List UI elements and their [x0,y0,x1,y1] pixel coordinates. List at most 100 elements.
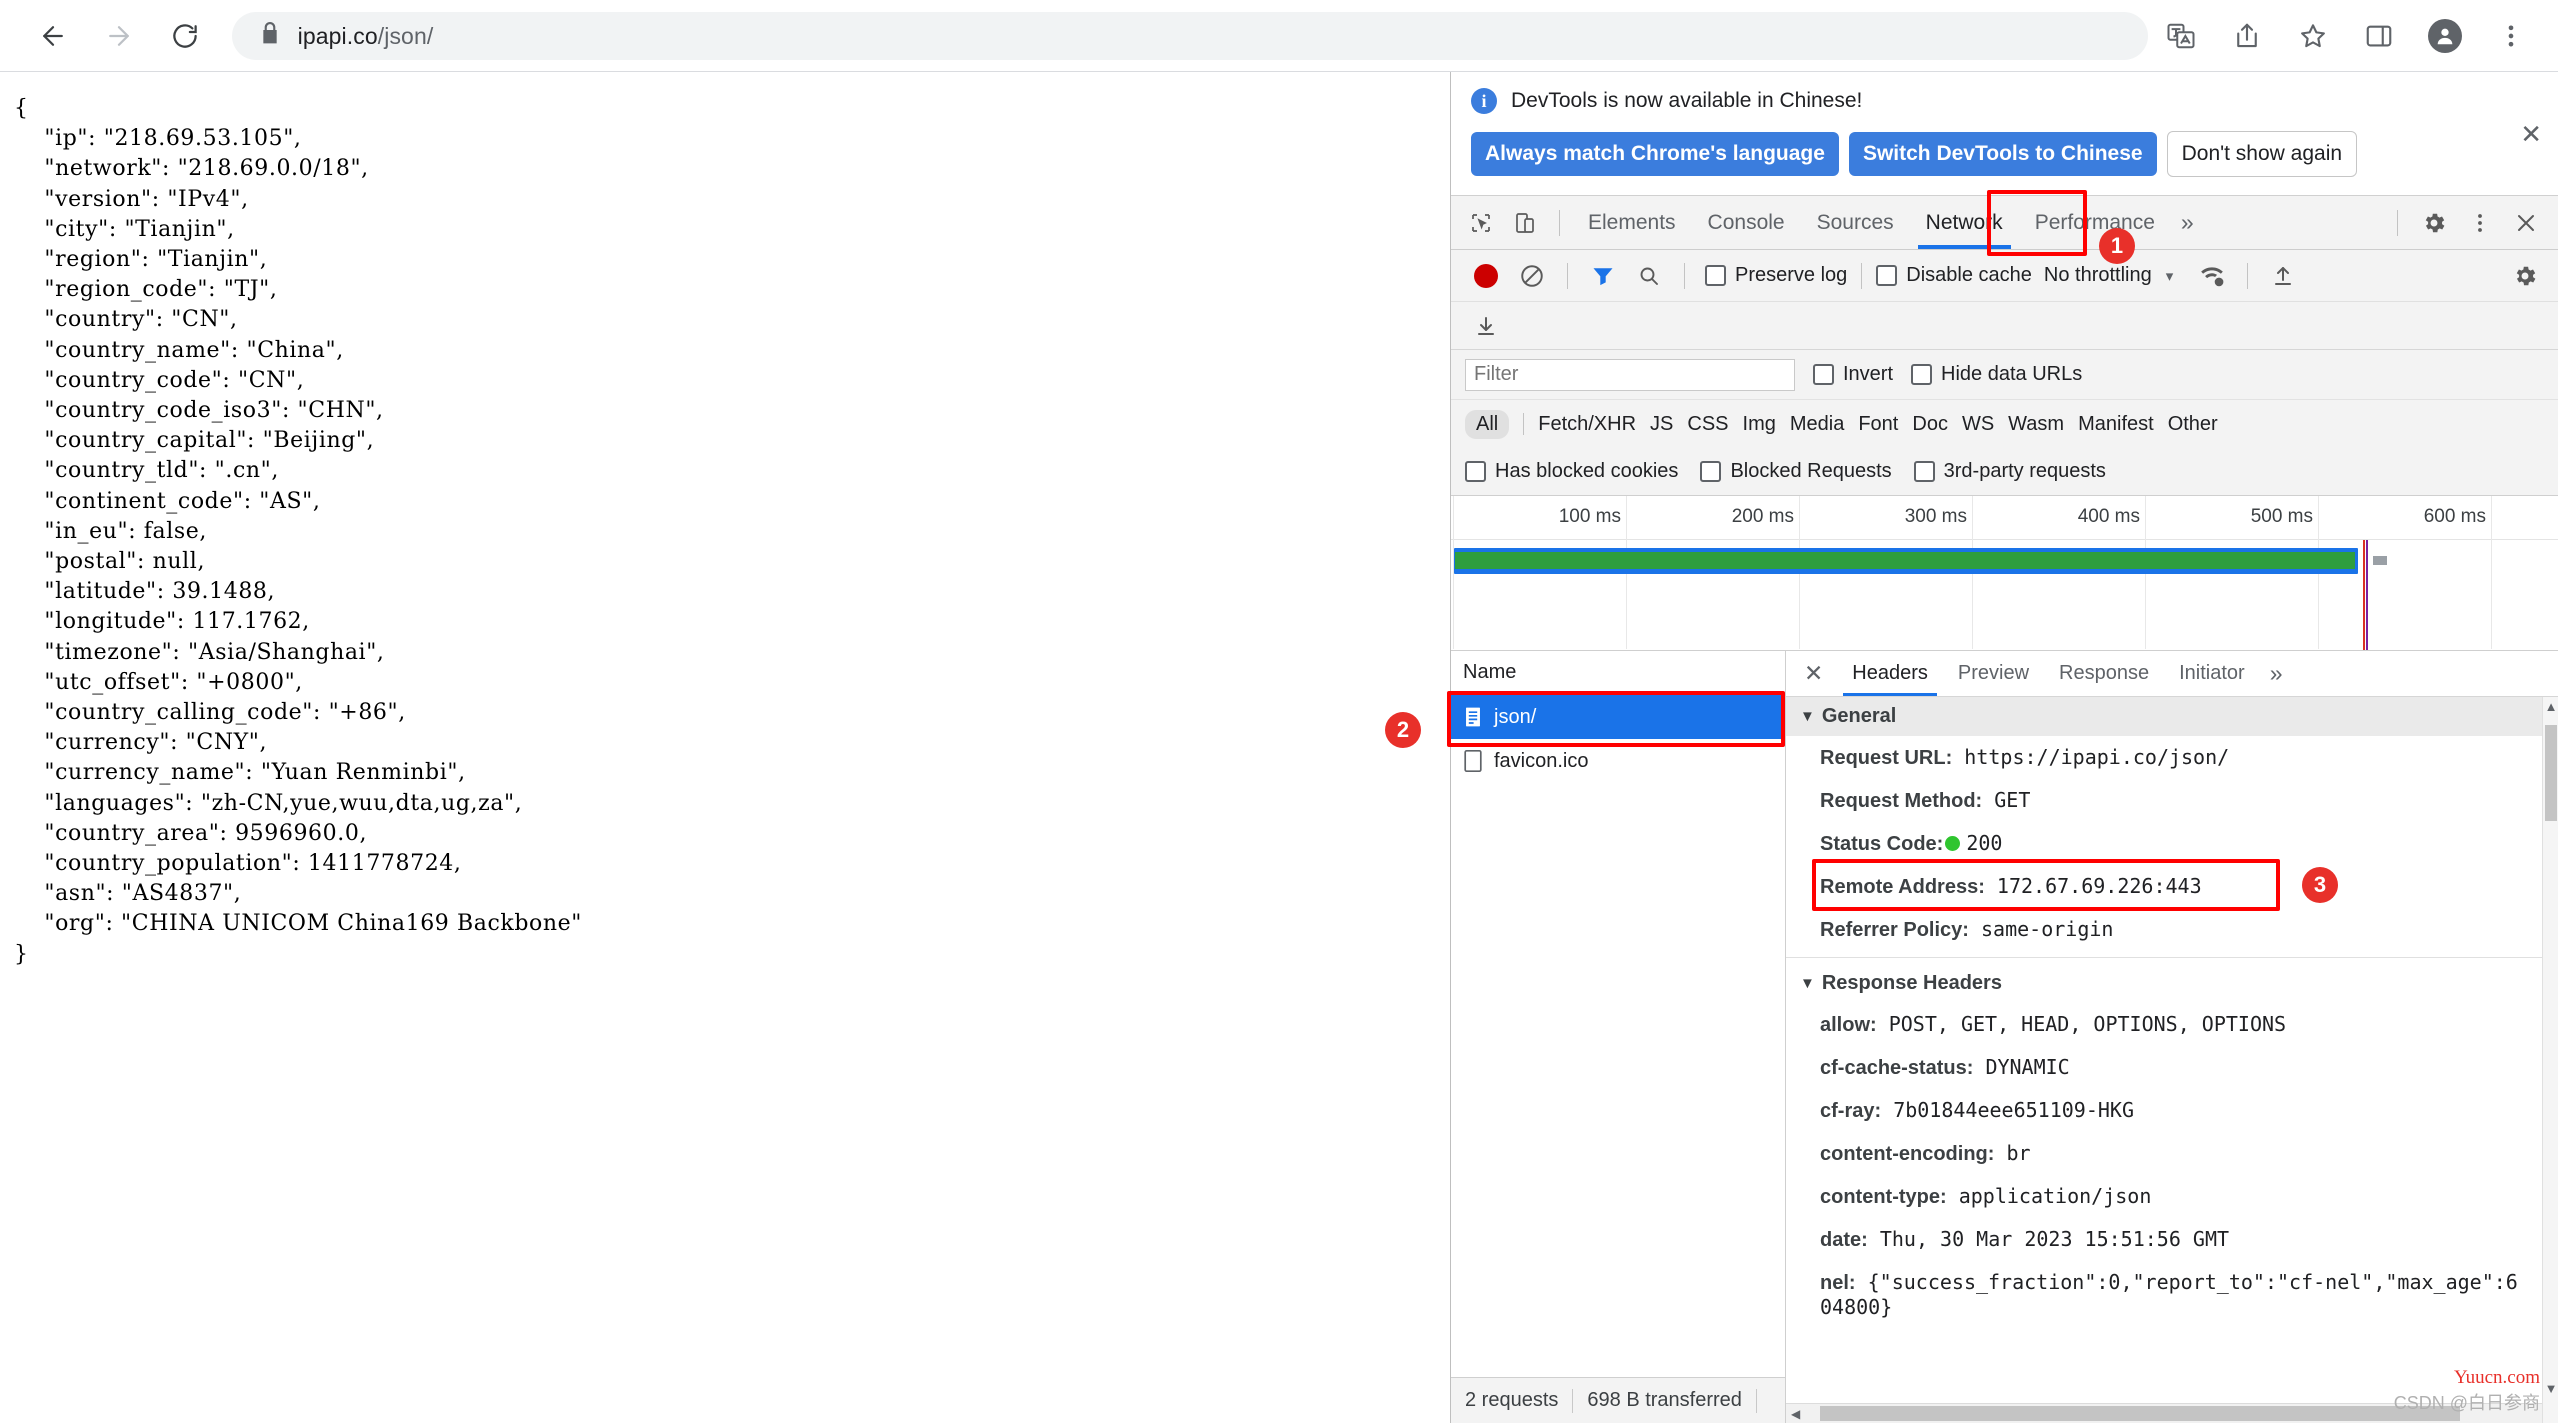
chrome-menu-icon[interactable] [2485,10,2537,62]
value: {"success_fraction":0,"report_to":"cf-ne… [1820,1270,2518,1319]
checkbox-box [1700,461,1721,482]
side-panel-icon[interactable] [2353,10,2405,62]
address-bar[interactable]: ipapi.co/json/ [232,12,2148,60]
request-name: favicon.ico [1494,750,1589,773]
hide-data-urls-checkbox[interactable]: Hide data URLs [1911,363,2082,386]
filter-input[interactable] [1465,359,1795,391]
details-tab-strip: ✕ Headers Preview Response Initiator » [1786,651,2558,697]
network-split-view: Name json/ favicon.ico [1451,651,2558,1423]
switch-devtools-to-chinese-button[interactable]: Switch DevTools to Chinese [1849,132,2157,176]
record-button[interactable] [1465,255,1507,297]
scroll-down-arrow-icon[interactable]: ▼ [2543,1381,2558,1401]
url-text: ipapi.co/json/ [298,23,434,50]
request-row-json[interactable]: json/ [1451,695,1785,739]
close-details-icon[interactable]: ✕ [1792,660,1835,687]
more-details-tabs-icon[interactable]: » [2262,660,2291,687]
close-banner-icon[interactable]: ✕ [2520,121,2542,147]
tab-performance[interactable]: Performance [2021,197,2169,249]
profile-avatar-icon[interactable] [2419,10,2471,62]
general-section-header[interactable]: ▼ General [1786,697,2558,736]
filter-type-js[interactable]: JS [1650,413,1673,436]
back-arrow-icon [38,21,68,51]
filter-type-doc[interactable]: Doc [1912,413,1948,436]
third-party-requests-checkbox[interactable]: 3rd-party requests [1914,460,2106,483]
preserve-log-checkbox[interactable]: Preserve log [1705,264,1847,287]
key: Status Code: [1820,833,1943,855]
key: content-encoding: [1820,1143,1994,1165]
more-tabs-icon[interactable]: » [2173,209,2202,236]
tab-console[interactable]: Console [1694,197,1799,249]
request-row-favicon[interactable]: favicon.ico [1451,739,1785,783]
devtools-tab-strip: Elements Console Sources Network Perform… [1451,196,2558,250]
chevron-down-icon[interactable]: ▾ [2166,267,2174,285]
response-header-cf-cache-status: cf-cache-status: DYNAMIC [1786,1046,2558,1089]
tab-elements[interactable]: Elements [1574,197,1690,249]
details-tab-initiator[interactable]: Initiator [2166,652,2258,696]
filter-type-ws[interactable]: WS [1962,413,1994,436]
json-response-body: { "ip": "218.69.53.105", "network": "218… [14,94,1450,970]
tab-network[interactable]: Network [1912,197,2017,249]
filter-type-all[interactable]: All [1465,410,1509,439]
reload-button[interactable] [158,8,212,64]
blocked-requests-checkbox[interactable]: Blocked Requests [1700,460,1891,483]
network-settings-gear-icon[interactable] [2504,255,2546,297]
annotation-marker-1: 1 [2099,228,2135,264]
requests-count: 2 requests [1451,1389,1572,1412]
filter-type-manifest[interactable]: Manifest [2078,413,2154,436]
filter-type-fetch-xhr[interactable]: Fetch/XHR [1538,413,1636,436]
tab-separator [1559,210,1560,236]
request-list[interactable]: json/ favicon.ico [1451,695,1785,1377]
bookmark-star-icon[interactable] [2287,10,2339,62]
has-blocked-cookies-label: Has blocked cookies [1495,460,1678,483]
close-devtools-icon[interactable] [2506,203,2546,243]
filter-type-media[interactable]: Media [1790,413,1844,436]
export-har-icon[interactable] [1465,305,1507,347]
network-toolbar: Preserve log Disable cache No throttling… [1451,250,2558,302]
disable-cache-checkbox[interactable]: Disable cache [1876,264,2032,287]
toolbar-separator-2 [1684,263,1685,289]
key: Request URL: [1820,747,1952,769]
always-match-language-button[interactable]: Always match Chrome's language [1471,132,1839,176]
document-icon [1463,705,1483,729]
network-timeline-overview[interactable]: 100 ms 200 ms 300 ms 400 ms 500 ms 600 m… [1451,496,2558,651]
search-icon[interactable] [1628,255,1670,297]
filter-funnel-icon[interactable] [1582,255,1624,297]
value: 172.67.69.226:443 [1997,874,2202,898]
invert-checkbox[interactable]: Invert [1813,363,1893,386]
share-icon[interactable] [2221,10,2273,62]
details-vertical-scrollbar[interactable]: ▲ ▼ [2542,697,2558,1423]
has-blocked-cookies-checkbox[interactable]: Has blocked cookies [1465,460,1678,483]
filter-type-img[interactable]: Img [1743,413,1776,436]
throttling-select[interactable]: No throttling [2044,264,2152,287]
forward-button[interactable] [92,8,146,64]
filter-type-other[interactable]: Other [2168,413,2218,436]
network-conditions-icon[interactable] [2191,255,2233,297]
headers-body: ▼ General Request URL: https://ipapi.co/… [1786,697,2558,1423]
filter-type-font[interactable]: Font [1858,413,1898,436]
filter-type-wasm[interactable]: Wasm [2008,413,2064,436]
details-tab-headers[interactable]: Headers [1839,652,1941,696]
dont-show-again-button[interactable]: Don't show again [2167,131,2357,177]
translate-icon[interactable] [2155,10,2207,62]
import-har-icon[interactable] [2262,255,2304,297]
timeline-ruler: 100 ms 200 ms 300 ms 400 ms 500 ms 600 m… [1451,496,2558,540]
scroll-left-arrow-icon[interactable]: ◀ [1786,1407,1805,1421]
scrollbar-thumb[interactable] [2545,725,2557,821]
hscrollbar-thumb[interactable] [1820,1406,2460,1421]
scroll-up-arrow-icon[interactable]: ▲ [2543,699,2558,719]
clear-button[interactable] [1511,255,1553,297]
device-toolbar-icon[interactable] [1505,203,1545,243]
tab-sources[interactable]: Sources [1803,197,1908,249]
key: Referrer Policy: [1820,919,1969,941]
devtools-menu-icon[interactable] [2460,203,2500,243]
details-tab-response[interactable]: Response [2046,652,2162,696]
filter-type-css[interactable]: CSS [1687,413,1728,436]
disable-cache-label: Disable cache [1906,264,2032,287]
settings-gear-icon[interactable] [2414,203,2454,243]
language-banner: i DevTools is now available in Chinese! … [1451,72,2558,196]
back-button[interactable] [26,8,80,64]
details-tab-preview[interactable]: Preview [1945,652,2042,696]
hide-data-urls-label: Hide data URLs [1941,363,2082,386]
inspect-element-icon[interactable] [1461,203,1501,243]
response-headers-section-header[interactable]: ▼ Response Headers [1786,964,2558,1003]
